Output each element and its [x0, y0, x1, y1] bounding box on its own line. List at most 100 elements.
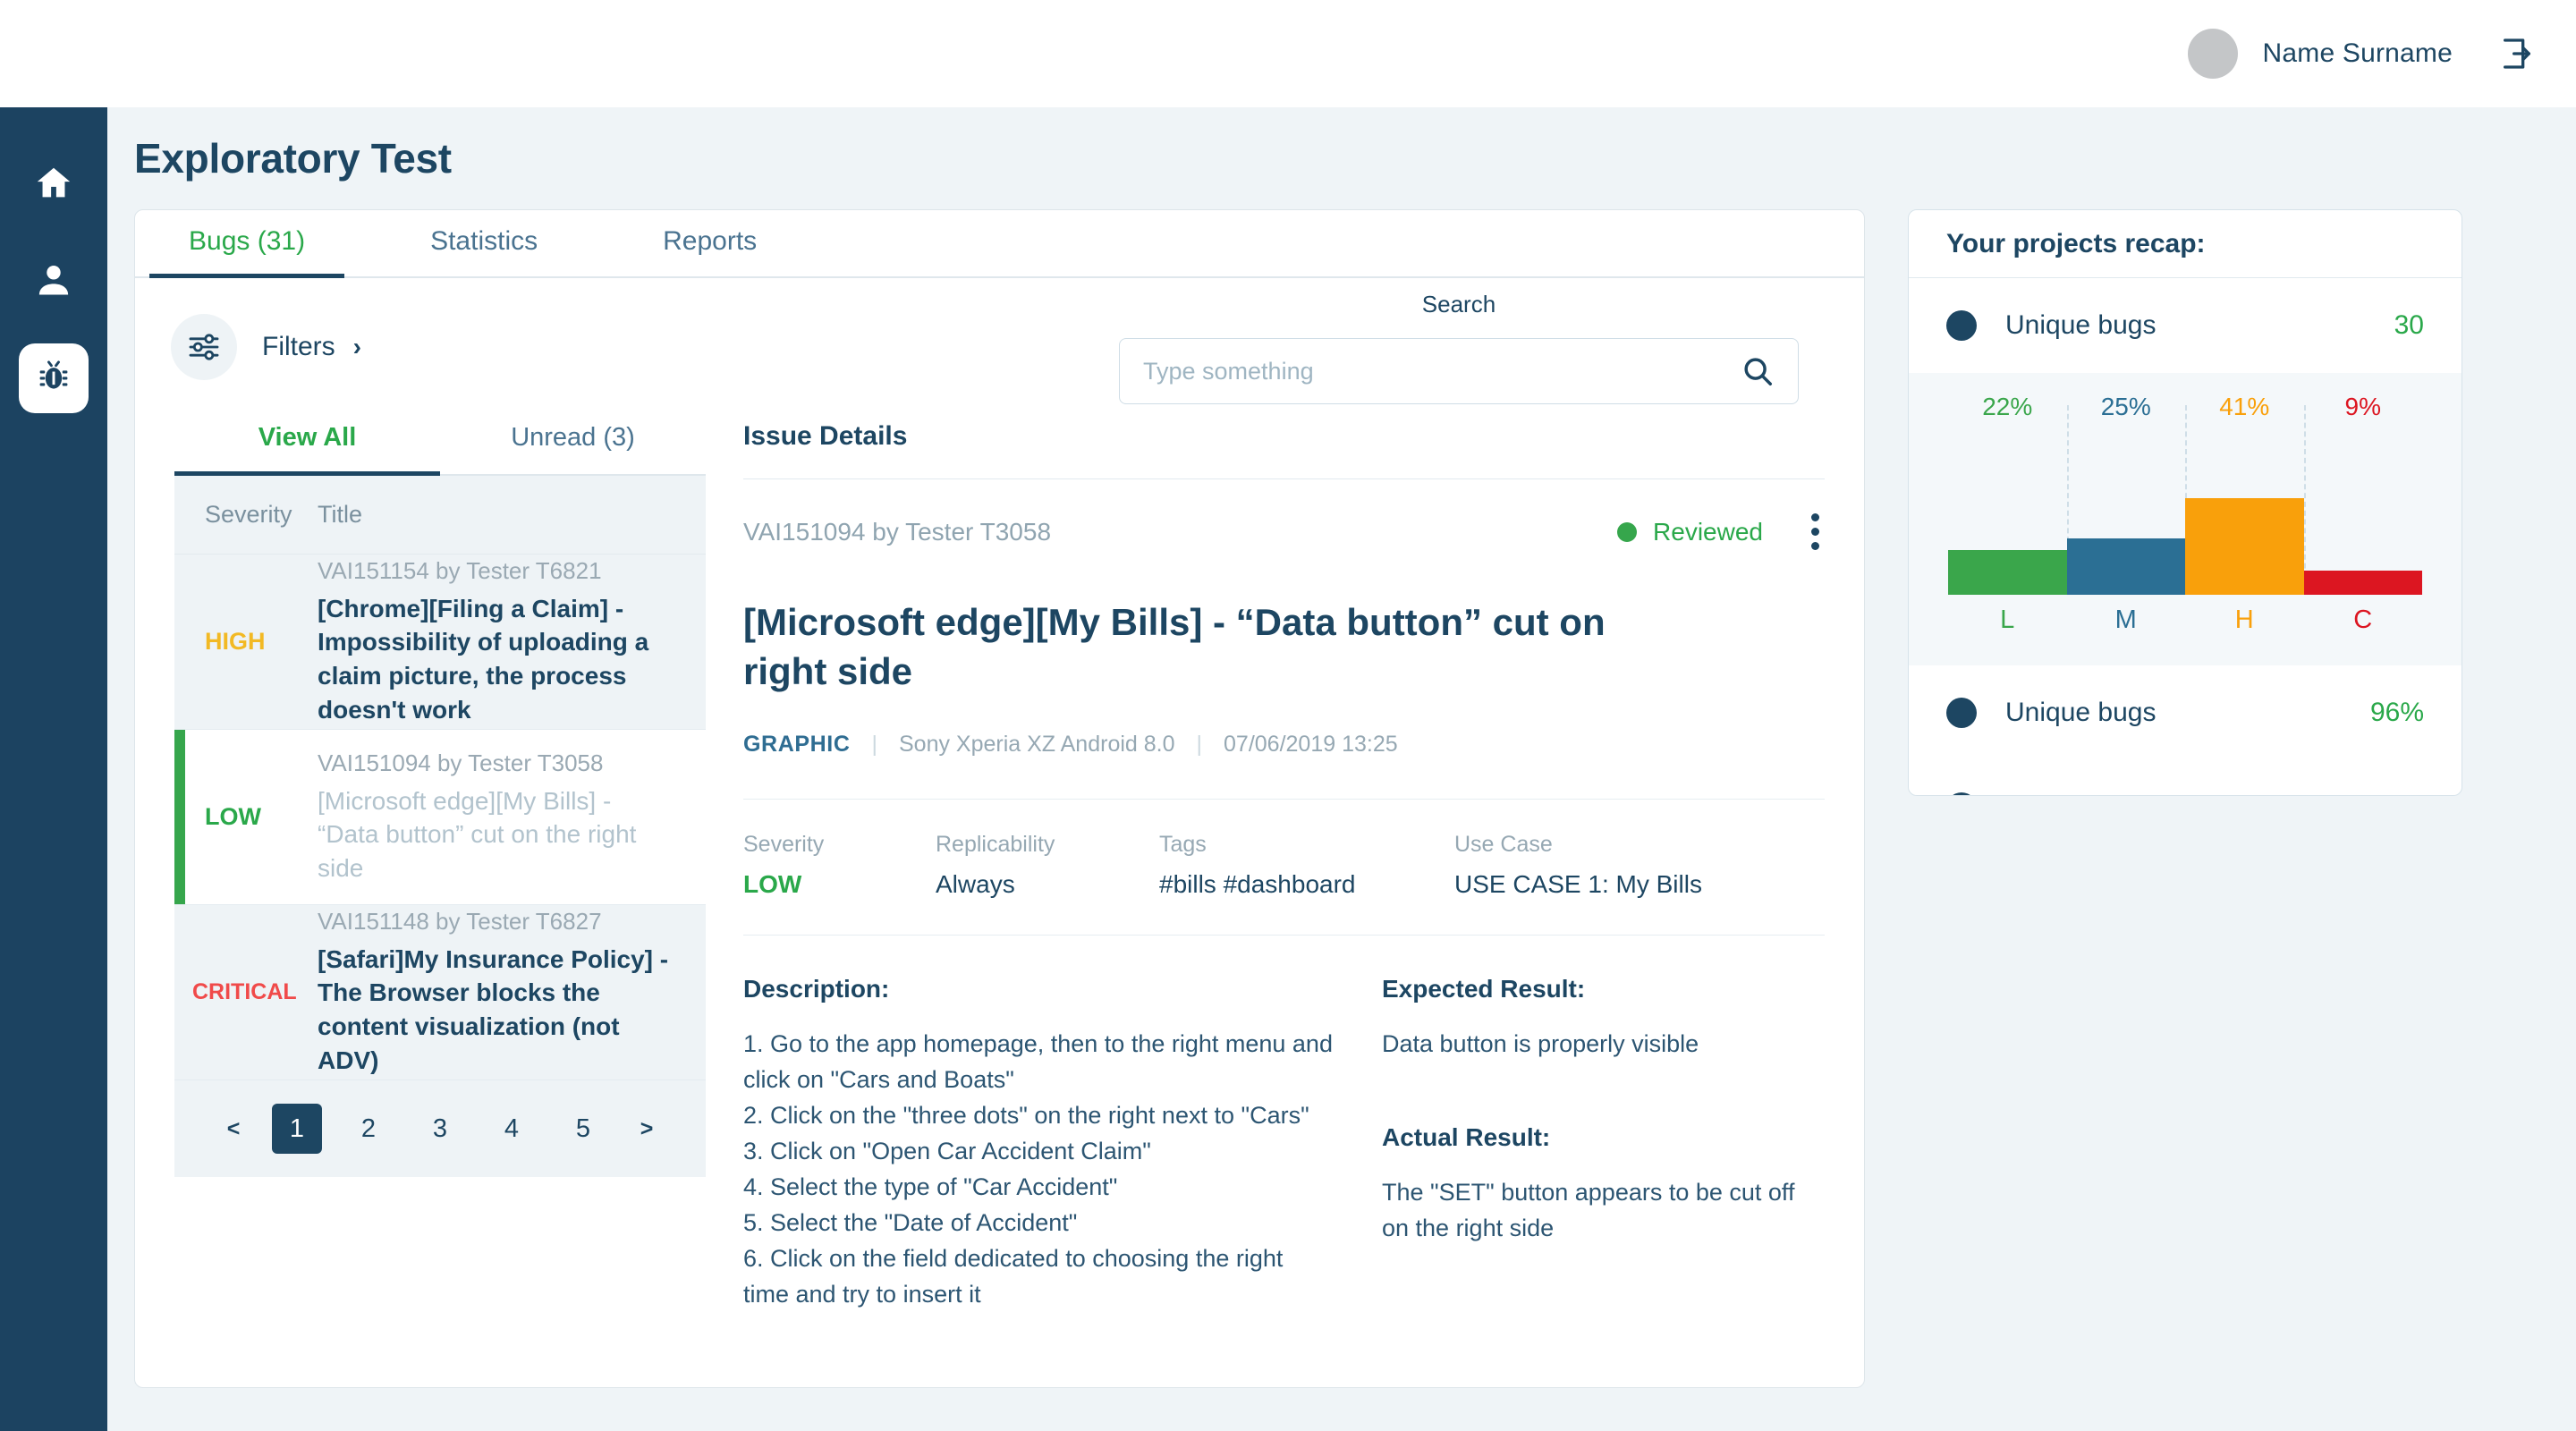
attribute-tags: Tags #bills #dashboard: [1159, 832, 1454, 899]
description-body: 1. Go to the app homepage, then to the r…: [743, 1027, 1334, 1313]
chart-bar-C: 9%: [2304, 393, 2423, 595]
description-title: Description:: [743, 975, 1334, 1003]
row-title: [Microsoft edge][My Bills] - “Data butto…: [318, 784, 679, 885]
chart-bar-rect-M: [2067, 538, 2186, 595]
chart-bar-label-C: 9%: [2304, 393, 2423, 421]
attribute-value: #bills #dashboard: [1159, 870, 1454, 899]
sidebar-item-home[interactable]: [19, 150, 89, 220]
page-area: Exploratory Test Bugs (31) Statistics Re…: [107, 107, 2576, 1431]
pagination: < 1 2 3 4 5 >: [174, 1080, 706, 1177]
recap-label: Unique bugs: [2005, 698, 2370, 728]
main-tabs: Bugs (31) Statistics Reports: [135, 210, 1864, 278]
pagination-page-5[interactable]: 5: [558, 1104, 608, 1154]
search-label: Search: [1119, 291, 1799, 318]
attribute-label: Use Case: [1454, 832, 1825, 858]
table-row[interactable]: CRITICAL VAI151148 by Tester T6827 [Safa…: [174, 905, 706, 1080]
meta-separator: |: [871, 732, 877, 758]
attribute-value: LOW: [743, 870, 936, 899]
pagination-prev[interactable]: <: [216, 1116, 250, 1142]
sidebar-item-bugs[interactable]: [19, 343, 89, 413]
recap-row-unique-bugs-pct: Unique bugs 96%: [1909, 665, 2462, 760]
bullet-icon: [1946, 698, 1977, 728]
issue-details-panel: Issue Details VAI151094 by Tester T3058 …: [743, 414, 1825, 1313]
projects-recap-panel: Your projects recap: Unique bugs 30 22%: [1908, 209, 2462, 796]
avatar[interactable]: [2188, 29, 2238, 79]
tab-bugs[interactable]: Bugs (31): [189, 226, 305, 276]
row-title: [Chrome][Filing a Claim] - Impossibility…: [318, 592, 679, 726]
user-name-label: Name Surname: [2263, 38, 2453, 69]
issue-datetime-label: 07/06/2019 13:25: [1224, 732, 1398, 758]
pagination-next[interactable]: >: [630, 1116, 664, 1142]
list-tab-unread[interactable]: Unread (3): [440, 414, 706, 474]
chart-bar-H: 41%: [2185, 393, 2304, 595]
chart-bar-L: 22%: [1948, 393, 2067, 595]
chevron-right-icon: ›: [353, 333, 361, 361]
row-content: VAI151148 by Tester T6827 [Safari]My Ins…: [318, 908, 706, 1077]
table-row[interactable]: LOW VAI151094 by Tester T3058 [Microsoft…: [174, 730, 706, 905]
attribute-label: Tags: [1159, 832, 1454, 858]
chart-bar-M: 25%: [2067, 393, 2186, 595]
chart-tick-C: C: [2304, 605, 2423, 635]
actual-result-body: The "SET" button appears to be cut off o…: [1382, 1175, 1825, 1247]
toolbar: Filters › Search: [135, 278, 1864, 414]
description-section: Description: 1. Go to the app homepage, …: [743, 975, 1334, 1313]
row-meta: VAI151148 by Tester T6827: [318, 908, 679, 936]
more-options-icon[interactable]: [1806, 508, 1825, 555]
expected-result-title: Expected Result:: [1382, 975, 1825, 1003]
issue-device-label: Sony Xperia XZ Android 8.0: [899, 732, 1175, 758]
search-block: Search: [1119, 291, 1799, 404]
issue-body: Description: 1. Go to the app homepage, …: [743, 936, 1825, 1313]
bug-list-header: Severity Title: [174, 476, 706, 555]
row-title: [Safari]My Insurance Policy] - The Brows…: [318, 943, 679, 1077]
chart-tick-L: L: [1948, 605, 2067, 635]
attribute-value: USE CASE 1: My Bills: [1454, 870, 1825, 899]
results-section: Expected Result: Data button is properly…: [1382, 975, 1825, 1313]
chart-bar-label-L: 22%: [1948, 393, 2067, 421]
logout-icon[interactable]: [2497, 34, 2537, 73]
search-input[interactable]: [1120, 339, 1741, 403]
column-header-title: Title: [318, 501, 706, 529]
chart-tick-H: H: [2185, 605, 2304, 635]
pagination-page-2[interactable]: 2: [343, 1104, 394, 1154]
chart-bar-rect-L: [1948, 550, 2067, 595]
recap-row-unique-bugs-count: Unique bugs 30: [1909, 278, 2462, 373]
row-selected-indicator: [174, 730, 185, 904]
actual-result-title: Actual Result:: [1382, 1123, 1825, 1152]
row-severity: CRITICAL: [174, 979, 318, 1005]
status-dot-icon: [1617, 522, 1637, 542]
row-meta: VAI151154 by Tester T6821: [318, 557, 679, 585]
status-badge: Reviewed: [1617, 518, 1763, 546]
recap-title: Your projects recap:: [1909, 210, 2462, 278]
sidebar: [0, 107, 107, 1431]
recap-value: Done: [2360, 792, 2424, 796]
card-body: View All Unread (3) Severity Title HIGH …: [135, 414, 1864, 1313]
pagination-page-1[interactable]: 1: [272, 1104, 322, 1154]
list-tab-view-all[interactable]: View All: [174, 414, 440, 474]
attribute-replicability: Replicability Always: [936, 832, 1159, 899]
row-content: VAI151154 by Tester T6821 [Chrome][Filin…: [318, 557, 706, 726]
bullet-icon: [1946, 310, 1977, 341]
page-title: Exploratory Test: [134, 134, 452, 182]
chart-bar-rect-C: [2304, 571, 2423, 595]
attribute-label: Replicability: [936, 832, 1159, 858]
chart-plot-area: 22% 25% 41% 9%: [1948, 393, 2422, 595]
tab-reports[interactable]: Reports: [663, 226, 757, 276]
attribute-severity: Severity LOW: [743, 832, 936, 899]
search-box[interactable]: [1119, 338, 1799, 404]
issue-type-label: GRAPHIC: [743, 732, 850, 758]
pagination-page-4[interactable]: 4: [487, 1104, 537, 1154]
top-header: Name Surname: [0, 0, 2576, 107]
chart-bar-label-H: 41%: [2185, 393, 2304, 421]
filters-button[interactable]: Filters ›: [171, 314, 361, 380]
tab-statistics[interactable]: Statistics: [430, 226, 538, 276]
person-icon: [34, 260, 73, 304]
row-content: VAI151094 by Tester T3058 [Microsoft edg…: [318, 749, 706, 885]
bug-list-tabs: View All Unread (3): [174, 414, 706, 476]
search-icon[interactable]: [1741, 354, 1775, 388]
pagination-page-3[interactable]: 3: [415, 1104, 465, 1154]
status-label: Reviewed: [1653, 518, 1763, 546]
sidebar-item-profile[interactable]: [19, 247, 89, 317]
chart-bar-label-M: 25%: [2067, 393, 2186, 421]
table-row[interactable]: HIGH VAI151154 by Tester T6821 [Chrome][…: [174, 555, 706, 730]
recap-value: 96%: [2370, 698, 2424, 728]
